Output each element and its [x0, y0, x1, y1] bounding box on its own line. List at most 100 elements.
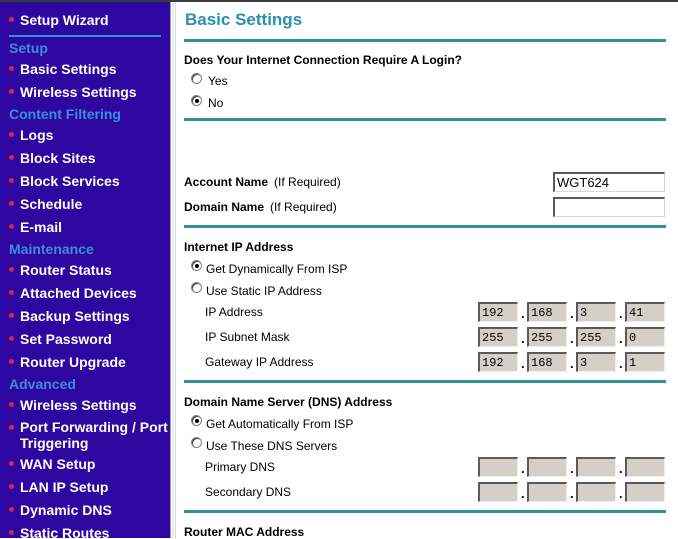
login-yes-radio[interactable] — [191, 73, 202, 84]
primary-dns-octet-2[interactable] — [527, 457, 567, 477]
sidebar-item-router-upgrade[interactable]: Router Upgrade — [9, 353, 126, 371]
bullet-icon — [9, 460, 14, 466]
sidebar-item-block-services[interactable]: Block Services — [9, 172, 120, 190]
domain-name-hint: (If Required) — [270, 200, 337, 214]
router-mac-heading: Router MAC Address — [184, 525, 305, 539]
primary-dns-octet-4[interactable] — [625, 457, 665, 477]
login-yes-label: Yes — [208, 74, 228, 88]
ip-address-octet-2[interactable] — [527, 302, 567, 322]
sidebar-item-dynamic-dns[interactable]: Dynamic DNS — [9, 501, 112, 519]
gateway-ip-octet-4[interactable] — [625, 352, 665, 372]
subnet-mask-octet-2[interactable] — [527, 327, 567, 347]
subnet-mask-octet-4[interactable] — [625, 327, 665, 347]
primary-dns-label: Primary DNS — [205, 460, 276, 474]
gateway-ip-octet-1[interactable] — [478, 352, 518, 372]
octet-separator: . — [521, 356, 525, 371]
account-name-text: Account Name — [184, 175, 269, 189]
sidebar-item-lan-ip-setup[interactable]: LAN IP Setup — [9, 478, 108, 496]
sidebar-item-schedule[interactable]: Schedule — [9, 195, 82, 213]
bullet-icon — [9, 16, 14, 22]
domain-name-label: Domain Name (If Required) — [184, 200, 337, 214]
bullet-icon — [9, 483, 14, 489]
octet-separator: . — [619, 306, 623, 321]
sidebar-nav: Setup Wizard Setup Basic Settings Wirele… — [0, 2, 170, 538]
sidebar-item-backup-settings[interactable]: Backup Settings — [9, 307, 130, 325]
octet-separator: . — [619, 356, 623, 371]
bullet-icon — [9, 335, 14, 341]
octet-separator: . — [570, 306, 574, 321]
sidebar-item-block-sites[interactable]: Block Sites — [9, 149, 95, 167]
dns-heading: Domain Name Server (DNS) Address — [184, 395, 393, 409]
login-no-radio[interactable] — [191, 95, 202, 106]
sidebar-item-advanced-wireless-settings[interactable]: Wireless Settings — [9, 396, 137, 414]
sidebar-item-email[interactable]: E-mail — [9, 218, 62, 236]
bullet-icon — [9, 289, 14, 295]
ip-address-octet-4[interactable] — [625, 302, 665, 322]
sidebar-item-setup-wizard[interactable]: Setup Wizard — [9, 11, 109, 29]
dns-auto-radio[interactable] — [191, 415, 202, 426]
account-name-input[interactable] — [553, 172, 665, 192]
subnet-mask-octet-1[interactable] — [478, 327, 518, 347]
octet-separator: . — [570, 486, 574, 501]
ip-address-octet-3[interactable] — [576, 302, 616, 322]
sidebar-heading-content-filtering: Content Filtering — [9, 106, 121, 122]
bullet-icon — [9, 401, 14, 407]
bullet-icon — [9, 529, 14, 535]
octet-separator: . — [521, 331, 525, 346]
bullet-icon — [9, 131, 14, 137]
login-no-label: No — [208, 96, 224, 110]
primary-dns-octet-1[interactable] — [478, 457, 518, 477]
bullet-icon — [9, 223, 14, 229]
bullet-icon — [9, 200, 14, 206]
sidebar-item-port-forwarding[interactable]: Port Forwarding / Port Triggering — [9, 419, 170, 451]
internet-ip-heading: Internet IP Address — [184, 240, 294, 254]
dns-manual-radio[interactable] — [191, 437, 202, 448]
ip-dynamic-label: Get Dynamically From ISP — [206, 262, 348, 276]
sidebar-item-attached-devices[interactable]: Attached Devices — [9, 284, 137, 302]
sidebar-heading-advanced: Advanced — [9, 376, 76, 392]
sidebar-item-basic-settings[interactable]: Basic Settings — [9, 60, 116, 78]
login-question-label: Does Your Internet Connection Require A … — [184, 53, 463, 67]
octet-separator: . — [619, 461, 623, 476]
primary-dns-octet-3[interactable] — [576, 457, 616, 477]
sidebar-item-logs[interactable]: Logs — [9, 126, 53, 144]
domain-name-input[interactable] — [553, 197, 665, 217]
page-title: Basic Settings — [185, 10, 303, 29]
bullet-icon — [9, 154, 14, 160]
octet-separator: . — [570, 356, 574, 371]
gateway-ip-octet-3[interactable] — [576, 352, 616, 372]
secondary-dns-octet-1[interactable] — [478, 482, 518, 502]
secondary-dns-octet-2[interactable] — [527, 482, 567, 502]
ip-dynamic-radio[interactable] — [191, 260, 202, 271]
bullet-icon — [9, 358, 14, 364]
sidebar-divider — [9, 35, 161, 37]
secondary-dns-octet-4[interactable] — [625, 482, 665, 502]
ip-address-octet-1[interactable] — [478, 302, 518, 322]
octet-separator: . — [570, 331, 574, 346]
dns-manual-label: Use These DNS Servers — [206, 439, 338, 453]
octet-separator: . — [521, 306, 525, 321]
sidebar-item-wan-setup[interactable]: WAN Setup — [9, 455, 95, 473]
octet-separator: . — [619, 486, 623, 501]
sidebar-item-set-password[interactable]: Set Password — [9, 330, 112, 348]
sidebar-item-wireless-settings[interactable]: Wireless Settings — [9, 83, 137, 101]
bullet-icon — [9, 312, 14, 318]
sidebar-item-router-status[interactable]: Router Status — [9, 261, 112, 279]
section-divider — [184, 118, 666, 121]
sidebar-item-static-routes[interactable]: Static Routes — [9, 524, 109, 538]
sidebar-heading-setup: Setup — [9, 40, 48, 56]
account-name-hint: (If Required) — [274, 175, 341, 189]
dns-auto-label: Get Automatically From ISP — [206, 417, 354, 431]
bullet-icon — [9, 65, 14, 71]
gateway-ip-octet-2[interactable] — [527, 352, 567, 372]
subnet-mask-octet-3[interactable] — [576, 327, 616, 347]
account-name-label: Account Name (If Required) — [184, 175, 341, 189]
octet-separator: . — [521, 461, 525, 476]
bullet-icon — [9, 88, 14, 94]
bullet-icon — [9, 424, 14, 430]
domain-name-text: Domain Name — [184, 200, 265, 214]
main-content: Basic Settings Does Your Internet Connec… — [176, 2, 678, 539]
secondary-dns-octet-3[interactable] — [576, 482, 616, 502]
bullet-icon — [9, 177, 14, 183]
ip-static-radio[interactable] — [191, 282, 202, 293]
